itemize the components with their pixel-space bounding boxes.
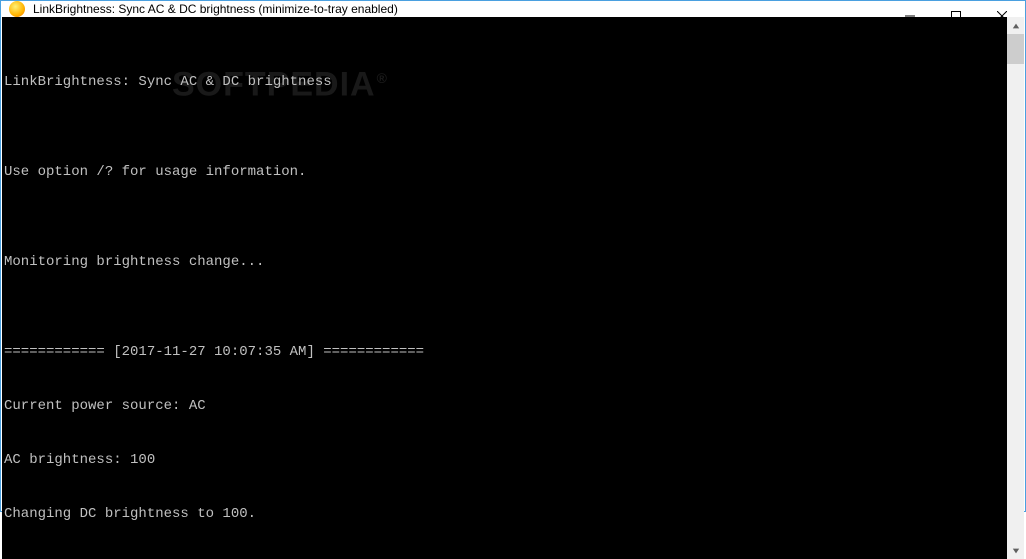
scrollbar-thumb[interactable] bbox=[1007, 34, 1024, 64]
app-icon bbox=[9, 1, 25, 17]
console-wrap: SOFTPEDIA® LinkBrightness: Sync AC & DC … bbox=[2, 17, 1024, 559]
scroll-down-button[interactable] bbox=[1007, 542, 1024, 559]
console-line: Changing DC brightness to 100. bbox=[4, 505, 1007, 523]
console-output[interactable]: SOFTPEDIA® LinkBrightness: Sync AC & DC … bbox=[2, 17, 1007, 559]
console-line: AC brightness: 100 bbox=[4, 451, 1007, 469]
titlebar[interactable]: LinkBrightness: Sync AC & DC brightness … bbox=[1, 1, 1025, 17]
console-line: Current power source: AC bbox=[4, 397, 1007, 415]
app-window: LinkBrightness: Sync AC & DC brightness … bbox=[0, 0, 1026, 512]
console-line: Use option /? for usage information. bbox=[4, 163, 1007, 181]
vertical-scrollbar[interactable] bbox=[1007, 17, 1024, 559]
console-line: LinkBrightness: Sync AC & DC brightness bbox=[4, 73, 1007, 91]
console-line: ============ [2017-11-27 10:07:35 AM] ==… bbox=[4, 343, 1007, 361]
scrollbar-track[interactable] bbox=[1007, 34, 1024, 542]
window-title: LinkBrightness: Sync AC & DC brightness … bbox=[33, 2, 398, 16]
chevron-up-icon bbox=[1012, 22, 1020, 30]
chevron-down-icon bbox=[1012, 547, 1020, 555]
scroll-up-button[interactable] bbox=[1007, 17, 1024, 34]
console-line: Monitoring brightness change... bbox=[4, 253, 1007, 271]
